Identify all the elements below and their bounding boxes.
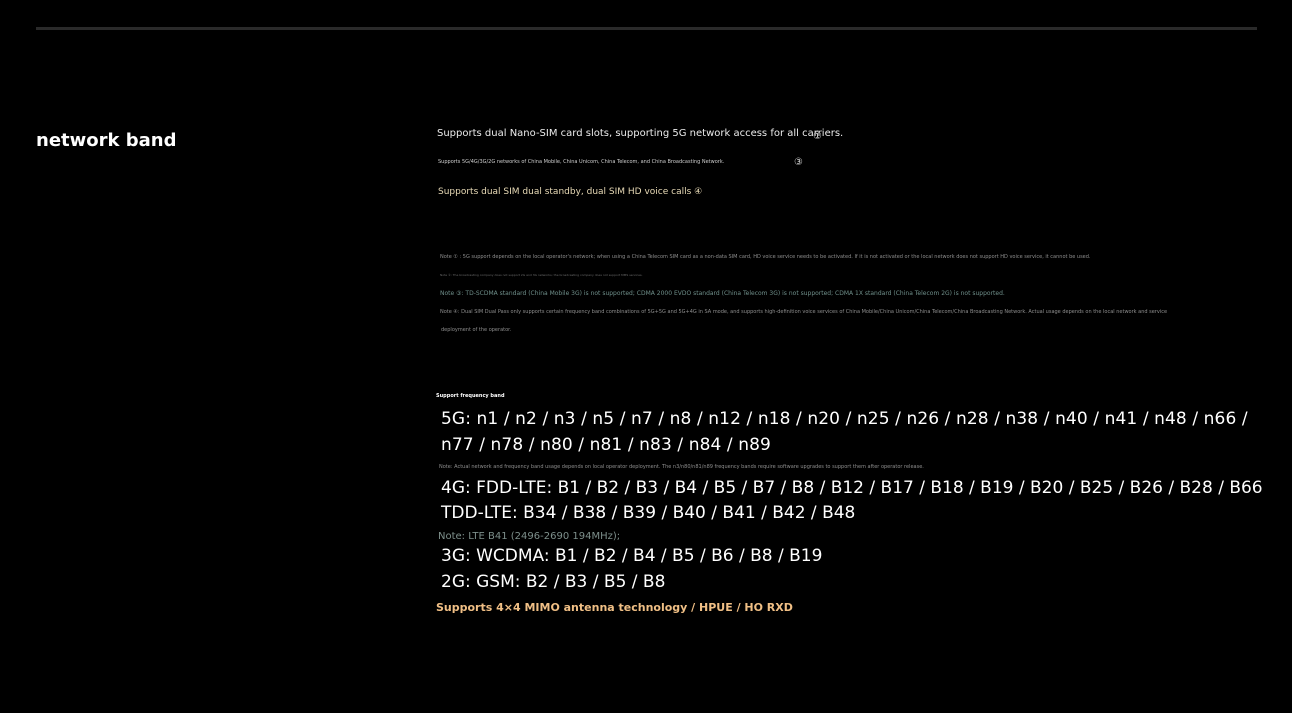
band-5g-line-2: n77 / n78 / n80 / n81 / n83 / n84 / n89 [441, 435, 771, 455]
band-5g-note: Note: Actual network and frequency band … [439, 464, 924, 470]
footnote-mark-1: ① [813, 131, 822, 142]
note-2: Note ②: The broadcasting company does no… [440, 273, 643, 277]
footnote-mark-3: ③ [794, 157, 803, 168]
carrier-network-support-text: Supports 5G/4G/3G/2G networks of China M… [438, 159, 725, 165]
mimo-support-text: Supports 4×4 MIMO antenna technology / H… [436, 601, 793, 614]
note-4: Note ④: Dual SIM Dual Pass only supports… [440, 309, 1168, 315]
band-4g-tdd: TDD-LTE: B34 / B38 / B39 / B40 / B41 / B… [441, 503, 856, 523]
note-4-continued: deployment of the operator. [441, 327, 512, 333]
section-title: network band [36, 130, 177, 151]
top-divider [36, 27, 1257, 30]
dual-sim-support-text: Supports dual Nano-SIM card slots, suppo… [437, 128, 844, 139]
band-4g-fdd: 4G: FDD-LTE: B1 / B2 / B3 / B4 / B5 / B7… [441, 478, 1263, 498]
dual-standby-text: Supports dual SIM dual standby, dual SIM… [438, 187, 703, 197]
note-3: Note ③: TD-SCDMA standard (China Mobile … [440, 290, 1005, 297]
band-b41-note: Note: LTE B41 (2496-2690 194MHz); [438, 531, 621, 542]
note-1: Note ① : 5G support depends on the local… [440, 254, 1091, 260]
band-5g-line-1: 5G: n1 / n2 / n3 / n5 / n7 / n8 / n12 / … [441, 409, 1248, 429]
frequency-band-heading: Support frequency band [436, 393, 505, 399]
band-2g: 2G: GSM: B2 / B3 / B5 / B8 [441, 572, 666, 592]
band-3g: 3G: WCDMA: B1 / B2 / B4 / B5 / B6 / B8 /… [441, 546, 823, 566]
